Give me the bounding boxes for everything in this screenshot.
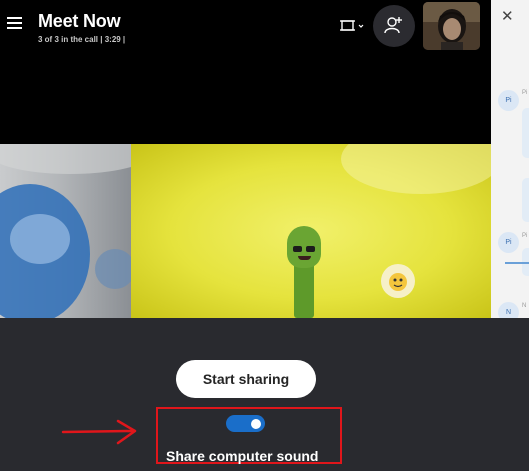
call-area: Meet Now 3 of 3 in the call | 3:29 | — [0, 0, 491, 318]
share-sound-toggle[interactable] — [226, 415, 265, 432]
add-person-icon — [384, 17, 402, 34]
layout-view-icon[interactable] — [339, 16, 367, 36]
emoji-icon — [381, 264, 415, 298]
call-header: Meet Now 3 of 3 in the call | 3:29 | — [0, 0, 491, 55]
message-card — [522, 108, 529, 158]
share-sound-label: Share computer sound — [166, 448, 319, 464]
participant-label: Pi — [522, 233, 528, 239]
close-icon[interactable]: ✕ — [501, 7, 514, 25]
chat-side-panel: ✕ Pi Pi Pi Pi N N — [491, 0, 529, 318]
message-card — [522, 178, 529, 222]
add-participant-button[interactable] — [373, 5, 415, 47]
toggle-knob — [251, 418, 261, 429]
participant-avatar[interactable]: Pi — [498, 90, 519, 111]
hamburger-menu-icon[interactable] — [7, 16, 25, 32]
divider — [505, 262, 529, 264]
participant-avatar[interactable]: Pi — [498, 232, 519, 253]
cucumber-face — [287, 226, 321, 268]
share-panel: Start sharing Share computer sound — [0, 318, 529, 471]
call-title: Meet Now — [38, 11, 121, 31]
self-video-avatar[interactable] — [423, 2, 480, 50]
participant-video-left — [0, 144, 131, 318]
start-sharing-button[interactable]: Start sharing — [176, 360, 316, 398]
participant-avatar[interactable]: N — [498, 302, 519, 318]
participant-label: N — [522, 303, 527, 309]
call-status: 3 of 3 in the call | 3:29 | — [38, 35, 126, 44]
participant-label: Pi — [522, 90, 528, 96]
red-arrow-annotation — [61, 419, 137, 445]
participant-video-main — [131, 144, 491, 318]
